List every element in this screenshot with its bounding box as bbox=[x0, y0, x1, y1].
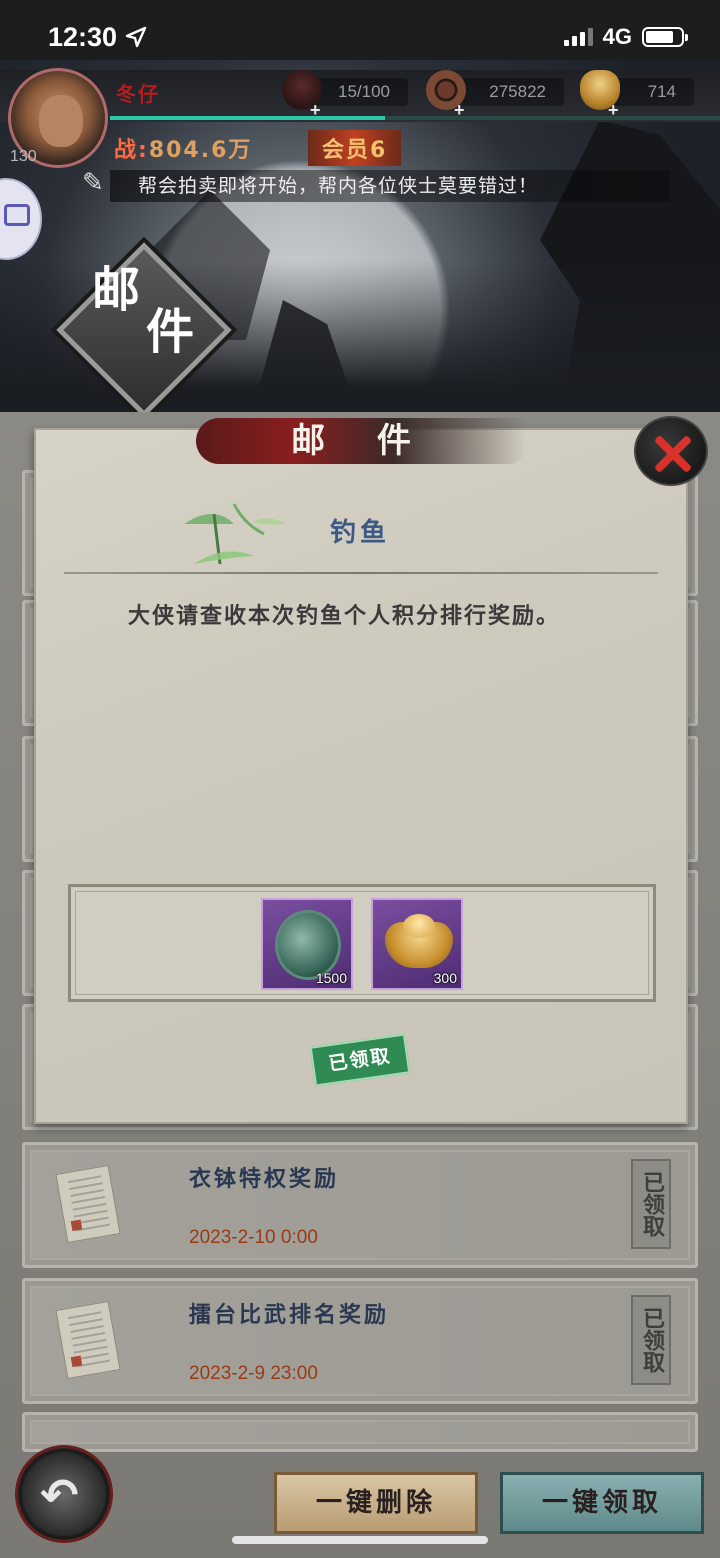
scroll-quill-icon: ✎ bbox=[82, 168, 104, 198]
delete-all-button[interactable]: 一键删除 bbox=[274, 1472, 478, 1534]
status-time: 12:30 bbox=[48, 22, 147, 53]
claimed-stamp: 已领取 bbox=[631, 1295, 671, 1385]
bamboo-leaf-icon bbox=[184, 503, 286, 565]
home-indicator[interactable] bbox=[232, 1536, 488, 1544]
mail-row-date: 2023-2-9 23:00 bbox=[189, 1363, 318, 1384]
status-indicators: 4G bbox=[563, 24, 688, 50]
signal-icon bbox=[563, 28, 593, 46]
reward-qty: 1500 bbox=[315, 970, 347, 986]
mail-row[interactable]: 擂台比武排名奖励 2023-2-9 23:00 已领取 bbox=[22, 1278, 698, 1404]
notice-marquee: 帮会拍卖即将开始，帮内各位侠士莫要错过！ bbox=[110, 170, 670, 202]
mail-row-date: 2023-2-10 0:00 bbox=[189, 1227, 318, 1248]
close-icon[interactable] bbox=[634, 416, 708, 486]
resource-stamina[interactable]: + 15/100 bbox=[282, 70, 408, 120]
player-name: 冬仔 bbox=[116, 82, 160, 106]
mail-row[interactable]: 衣钵特权奖励 2023-2-10 0:00 已领取 bbox=[22, 1142, 698, 1268]
mail-body: 大侠请查收本次钓鱼个人积分排行奖励。 bbox=[128, 604, 561, 629]
network-label: 4G bbox=[602, 24, 632, 49]
back-arrow-icon: ↶ bbox=[40, 1468, 79, 1522]
mail-seal-label: 邮 件 bbox=[92, 262, 195, 360]
divider bbox=[64, 572, 658, 574]
experience-bar bbox=[110, 116, 720, 120]
mail-title: 钓鱼 bbox=[330, 518, 391, 548]
reward-qty: 300 bbox=[433, 970, 457, 986]
vip-badge[interactable]: 会员6 bbox=[308, 130, 402, 166]
list-item[interactable] bbox=[22, 1412, 698, 1452]
battery-icon bbox=[642, 27, 688, 47]
resource-copper[interactable]: + 275822 bbox=[426, 70, 564, 120]
modal-title: 邮 件 bbox=[291, 421, 431, 461]
reward-item[interactable]: 300 bbox=[371, 898, 463, 990]
reward-box: 1500 300 bbox=[68, 884, 656, 1002]
claim-all-button[interactable]: 一键领取 bbox=[500, 1472, 704, 1534]
chat-icon bbox=[4, 204, 30, 226]
reward-item[interactable]: 1500 bbox=[261, 898, 353, 990]
combat-power: 战:804.6万 bbox=[114, 138, 253, 163]
claimed-stamp: 已领取 bbox=[631, 1159, 671, 1249]
back-button[interactable]: ↶ bbox=[18, 1448, 110, 1540]
gold-ingot-icon bbox=[385, 914, 453, 968]
mail-row-title: 擂台比武排名奖励 bbox=[189, 1303, 390, 1328]
resource-gold[interactable]: + 714 bbox=[580, 70, 694, 120]
mail-row-title: 衣钵特权奖励 bbox=[189, 1167, 340, 1192]
player-level: 130 bbox=[10, 148, 37, 165]
location-arrow-icon bbox=[125, 26, 146, 48]
